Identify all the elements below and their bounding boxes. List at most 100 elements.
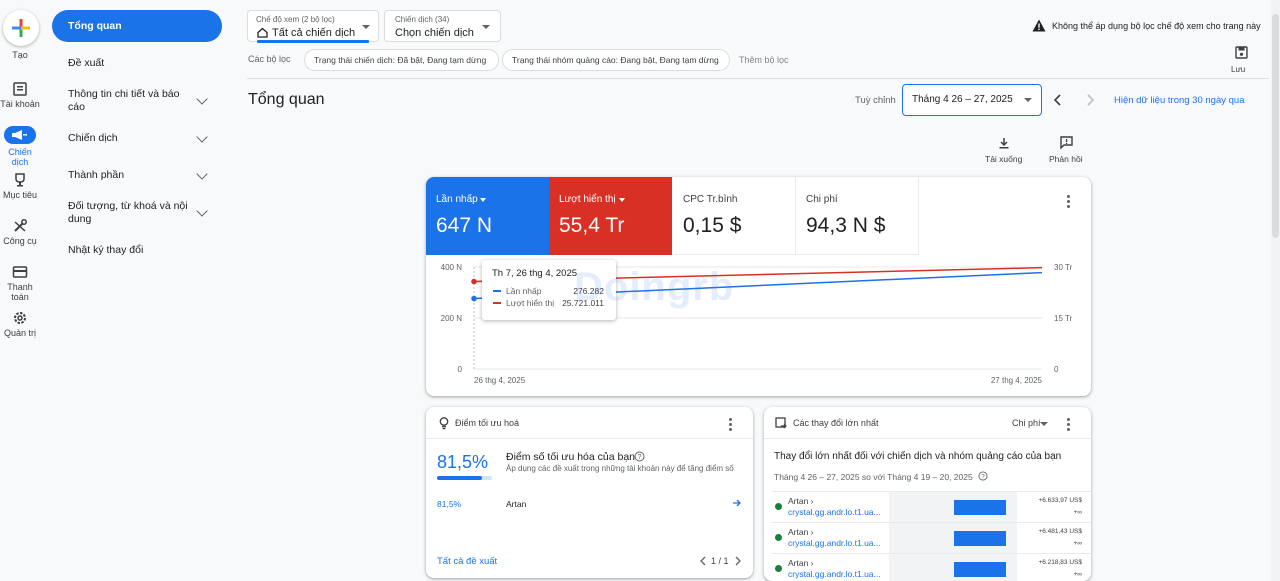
- metric-title: Lần nhấp: [436, 194, 478, 205]
- nav-item-audiences[interactable]: Đối tượng, từ khoá và nội dung: [52, 200, 222, 226]
- svg-text:?: ?: [981, 473, 985, 480]
- rail-item-label: Thanh toán: [7, 282, 33, 302]
- changes-list: Artan › crystal.gg.andr.lo.t1.ua... +6.6…: [764, 491, 1091, 581]
- adgroup-status-chip[interactable]: Trạng thái nhóm quảng cáo: Đang bật, Đan…: [502, 49, 730, 71]
- optimization-score: 81,5%: [437, 452, 489, 472]
- x-tick-label: 26 thg 4, 2025: [474, 376, 526, 385]
- feedback-label: Phản hồi: [1049, 154, 1083, 164]
- table-row[interactable]: Artan › crystal.gg.andr.lo.t1.ua... +6.2…: [772, 553, 1091, 581]
- nav-item-assets[interactable]: Thành phần: [52, 167, 222, 182]
- status-dot: [775, 565, 782, 572]
- home-icon: [257, 27, 268, 38]
- nav-item-overview[interactable]: Tổng quan: [52, 10, 222, 42]
- metric-cost[interactable]: Chi phí 94,3 N $: [796, 177, 919, 255]
- rail-item-goals[interactable]: Mục tiêu: [0, 173, 40, 200]
- metric-value: 94,3 N $: [806, 214, 886, 237]
- nav-item-recommendations[interactable]: Đề xuất: [52, 57, 222, 70]
- download-icon[interactable]: [998, 137, 1010, 149]
- watermark: Doingrb: [574, 265, 735, 309]
- metric-value: 0,15 $: [683, 214, 742, 237]
- admin-icon: [14, 312, 26, 324]
- download-label: Tải xuống: [985, 154, 1023, 164]
- nav-item-label: Chiến dịch: [68, 132, 118, 144]
- warning-icon: [1032, 19, 1046, 32]
- left-rail: Tạo Tài khoản Chiến dịch Mục tiêu Công c…: [0, 0, 40, 581]
- metric-impressions[interactable]: Lượt hiển thị 55,4 Tr: [549, 177, 672, 255]
- optimization-score-bar: [437, 476, 492, 480]
- account-score: 81,5%: [437, 499, 462, 509]
- more-options-icon[interactable]: [729, 418, 732, 433]
- tooltip-legend-impressions: [493, 302, 501, 304]
- view-dropdown-value: Tất cả chiến dịch: [272, 27, 356, 39]
- divider: [426, 438, 753, 439]
- changes-compare-text: Tháng 4 26 – 27, 2025 so với Tháng 4 19 …: [774, 472, 973, 482]
- help-icon[interactable]: ?: [978, 471, 988, 481]
- arrow-right-icon[interactable]: [732, 498, 742, 508]
- custom-label: Tuỳ chỉnh: [855, 95, 896, 106]
- caret-down-icon: [1040, 422, 1048, 426]
- chevron-left-icon[interactable]: [1053, 94, 1063, 106]
- change-bar: [954, 500, 1006, 515]
- card-title: Các thay đổi lớn nhất: [793, 418, 879, 428]
- row-link[interactable]: crystal.gg.andr.lo.t1.ua...: [788, 569, 881, 579]
- nav-item-campaigns[interactable]: Chiến dịch: [52, 130, 222, 145]
- more-options-icon[interactable]: [1067, 418, 1070, 433]
- tooltip-label: Lần nhấp: [506, 286, 542, 296]
- tooltip-label: Lượt hiển thị: [506, 298, 555, 308]
- table-row[interactable]: Artan › crystal.gg.andr.lo.t1.ua... +6.4…: [772, 522, 1091, 553]
- create-label: Tạo: [12, 50, 28, 60]
- row-sub-value: +∞: [1073, 571, 1082, 578]
- y-right-tick-label: 15 Tr: [1054, 314, 1073, 323]
- rail-item-admin[interactable]: Quản trị: [0, 311, 40, 338]
- data-point: [471, 295, 477, 302]
- metric-clicks[interactable]: Lần nhấp 647 N: [426, 177, 549, 255]
- optimization-card: Điểm tối ưu hoá 81,5% Điểm số tối ưu hóa…: [426, 407, 753, 578]
- help-icon[interactable]: ?: [634, 451, 645, 462]
- table-row[interactable]: Artan › crystal.gg.andr.lo.t1.ua... +6.6…: [772, 491, 1091, 522]
- row-name: Artan ›: [788, 558, 814, 568]
- metric-avg-cpc[interactable]: CPC Tr.bình 0,15 $: [673, 177, 796, 255]
- nav-item-insights[interactable]: Thông tin chi tiết và báo cáo: [52, 88, 222, 114]
- optimization-description: Áp dụng các đề xuất trong những tài khoả…: [506, 464, 734, 473]
- billing-icon: [12, 266, 28, 278]
- last-30-days-link[interactable]: Hiện dữ liệu trong 30 ngày qua: [1114, 95, 1244, 106]
- chevron-right-icon[interactable]: [1085, 94, 1095, 106]
- feedback-icon[interactable]: [1060, 136, 1073, 149]
- changes-icon: [775, 417, 787, 429]
- caret-down-icon: [480, 198, 486, 202]
- campaign-status-chip[interactable]: Trạng thái chiến dịch: Đã bật, Đang tạm …: [304, 49, 499, 71]
- add-filter-button[interactable]: Thêm bộ lọc: [739, 55, 789, 65]
- tools-icon: [14, 219, 27, 232]
- rail-item-tools[interactable]: Công cụ: [0, 219, 40, 246]
- x-tick-label: 27 thg 4, 2025: [991, 376, 1043, 385]
- nav-item-change-history[interactable]: Nhật ký thay đổi: [52, 244, 222, 257]
- create-button[interactable]: [3, 10, 39, 46]
- row-name: Artan ›: [788, 496, 814, 506]
- tooltip-legend-clicks: [493, 290, 501, 292]
- change-bar: [954, 531, 1006, 546]
- date-range-picker[interactable]: Tháng 4 26 – 27, 2025: [902, 84, 1042, 116]
- metric-title: Lượt hiển thị: [559, 194, 616, 205]
- rail-item-billing[interactable]: Thanh toán: [0, 265, 40, 302]
- campaign-dropdown[interactable]: Chiến dịch (34) Chọn chiến dịch: [384, 10, 501, 42]
- campaign-dropdown-label: Chiến dịch (34): [395, 15, 450, 24]
- row-link[interactable]: crystal.gg.andr.lo.t1.ua...: [788, 538, 881, 548]
- view-dropdown[interactable]: Chế độ xem (2 bộ lọc) Tất cả chiến dịch: [247, 10, 379, 43]
- nav-item-label: Đề xuất: [68, 57, 105, 69]
- changes-heading: Thay đổi lớn nhất đối với chiến dịch và …: [774, 451, 1062, 462]
- status-dot: [775, 503, 782, 510]
- performance-card: Lần nhấp 647 N Lượt hiển thị 55,4 Tr CPC…: [426, 177, 1091, 396]
- page-scrollbar[interactable]: [1271, 0, 1280, 581]
- chevron-left-icon[interactable]: [699, 556, 707, 566]
- rail-item-campaigns[interactable]: Chiến dịch: [0, 126, 40, 167]
- filter-warning-text: Không thể áp dụng bộ lọc chế độ xem cho …: [1052, 21, 1261, 31]
- chevron-right-icon[interactable]: [734, 556, 742, 566]
- all-recommendations-link[interactable]: Tất cả đề xuất: [437, 556, 497, 567]
- more-options-icon[interactable]: [1067, 195, 1070, 210]
- save-icon[interactable]: [1235, 46, 1248, 59]
- changes-metric-dropdown[interactable]: Chi phí: [1012, 418, 1041, 428]
- rail-item-account[interactable]: Tài khoản: [0, 82, 40, 109]
- row-link[interactable]: crystal.gg.andr.lo.t1.ua...: [788, 507, 881, 517]
- y-left-tick-label: 200 N: [441, 314, 463, 323]
- row-value: +6.633,97 US$: [1038, 497, 1082, 504]
